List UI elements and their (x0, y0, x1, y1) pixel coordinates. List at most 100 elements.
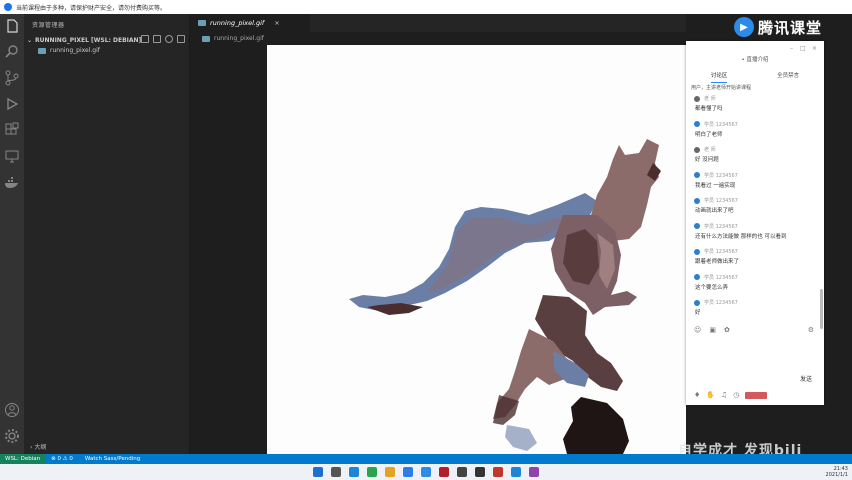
search-icon[interactable] (4, 44, 20, 60)
close-icon[interactable]: × (812, 45, 817, 52)
docker-icon[interactable] (4, 174, 20, 190)
interaction-bar: ♦ ✋ ♫ ◷ (694, 391, 768, 399)
chat-username: 学员 1234567 (704, 300, 738, 306)
tencent-icon[interactable] (349, 467, 359, 477)
chat-username: 学员 1234567 (704, 274, 738, 281)
chat-message: 学员 1234567 还有什么方法能做 那样的也 可以看到 (686, 221, 818, 247)
chat-message-header: 学员 1234567 (694, 195, 818, 206)
chat-message: 学员 1234567 我看过 一遍实现 (686, 170, 818, 196)
search-icon[interactable] (331, 467, 341, 477)
gift-button[interactable] (745, 391, 768, 399)
image-preview (267, 45, 686, 454)
image-icon[interactable]: ▣ (709, 326, 716, 334)
edge-icon[interactable] (403, 467, 413, 477)
mic-icon[interactable]: ♦ (694, 391, 700, 399)
status-bar: WSL: Debian ⊗ 0 ⚠ 0 Watch Sass/Pending (0, 454, 852, 464)
tab-label: running_pixel.gif (210, 19, 265, 27)
chat-message: 学员 1234567 好 (686, 297, 818, 323)
avatar[interactable] (694, 172, 700, 178)
chat-message-header: 老 师 (694, 144, 818, 155)
extensions-icon[interactable] (4, 122, 20, 138)
tab-other[interactable]: 全员禁言 (777, 71, 799, 83)
chat-message-header: 学员 1234567 (694, 272, 818, 283)
chat-message-header: 学员 1234567 (694, 221, 818, 232)
maximize-icon[interactable]: □ (800, 45, 806, 52)
source-control-icon[interactable] (4, 70, 20, 86)
tab-discussion[interactable]: 讨论区 (710, 71, 728, 83)
chat-panel: – □ × • 直播介绍 讨论区 全员禁言 用户，主讲老师开始讲课程 老 师都看… (686, 41, 824, 405)
avatar[interactable] (694, 121, 700, 127)
breadcrumb-label: running_pixel.gif (214, 35, 264, 42)
media-icon[interactable] (529, 467, 539, 477)
account-icon[interactable] (4, 402, 20, 418)
chat-message-header: 老 师 (694, 93, 818, 104)
chat-message-text: 我看过 一遍实现 (695, 182, 736, 189)
message-list: 老 师都看懂了吗 学员 1234567 明白了老师老 师好 没问题 学员 123456… (686, 93, 818, 323)
chat-username: 学员 1234567 (704, 172, 738, 179)
explorer-icon[interactable] (4, 18, 20, 34)
chat-message-text: 明白了老师 (695, 131, 723, 138)
minimize-icon[interactable]: – (790, 45, 793, 52)
chat-message-text: 都看懂了吗 (695, 106, 723, 112)
new-folder-icon[interactable] (153, 35, 161, 43)
image-file-icon (202, 35, 210, 42)
chat-message-header: 学员 1234567 (694, 119, 818, 130)
app-icon[interactable] (439, 467, 449, 477)
chat-message: 学员 1234567 这个要怎么弄 (686, 272, 818, 298)
terminal-icon[interactable] (457, 467, 467, 477)
image-file-icon (38, 47, 46, 54)
outline-label: 大纲 (34, 444, 47, 451)
run-debug-icon[interactable] (4, 96, 20, 112)
chat-message: 学员 1234567 跟着老师做出来了 (686, 246, 818, 272)
check-icon[interactable] (367, 467, 377, 477)
recorder-icon[interactable] (493, 467, 503, 477)
info-icon (4, 3, 12, 11)
remote-explorer-icon[interactable] (4, 148, 20, 164)
running-pixel-sprite (349, 139, 661, 454)
avatar[interactable] (694, 299, 700, 306)
send-button[interactable]: 发送 (800, 374, 812, 383)
close-icon[interactable]: × (274, 19, 279, 27)
avatar[interactable] (694, 248, 700, 255)
explorer-sidebar: 资源管理器 ⌄ RUNNING_PIXEL [WSL: DEBIAN] runn… (24, 14, 190, 454)
clock-icon[interactable]: ◷ (733, 391, 739, 399)
settings-icon[interactable]: ⚙ (808, 326, 814, 334)
start-icon[interactable] (313, 467, 323, 477)
outline-section[interactable]: › 大纲 (30, 442, 46, 451)
chat-message: 学员 1234567 动画就出来了吧 (686, 195, 818, 221)
settings-gear-icon[interactable] (4, 428, 20, 444)
folder-icon[interactable] (385, 467, 395, 477)
chat-message-text: 跟着老师做出来了 (695, 259, 740, 265)
vscode-icon[interactable] (421, 467, 431, 477)
chat-tabs: 讨论区 全员禁言 (686, 71, 824, 83)
avatar[interactable] (694, 146, 700, 153)
problems-indicator[interactable]: ⊗ 0 ⚠ 0 (45, 456, 79, 462)
new-file-icon[interactable] (141, 35, 149, 43)
breadcrumb[interactable]: running_pixel.gif (190, 32, 686, 45)
remote-indicator[interactable]: WSL: Debian (0, 454, 46, 464)
avatar[interactable] (694, 223, 700, 229)
workspace-folder-label: RUNNING_PIXEL [WSL: DEBIAN] (35, 36, 142, 44)
clock-date: 2021/1/1 (825, 472, 848, 478)
emoji-icon[interactable]: ☺ (694, 326, 701, 334)
chevron-down-icon: ⌄ (27, 36, 33, 44)
editor-background (190, 45, 267, 454)
classroom-icon[interactable] (511, 467, 521, 477)
avatar[interactable] (694, 95, 700, 102)
tab-bar: running_pixel.gif × (190, 14, 686, 32)
watch-sass-indicator[interactable]: Watch Sass/Pending (79, 456, 146, 462)
notice-text: 当前课程由于多种，请保护财产安全，请勿付费购买等。 (16, 4, 167, 12)
headset-icon[interactable]: ♫ (721, 391, 727, 399)
tab-running-pixel[interactable]: running_pixel.gif × (190, 14, 310, 32)
chat-message-text: 好 (695, 310, 701, 316)
file-item[interactable]: running_pixel.gif (38, 47, 100, 54)
hand-raise-icon[interactable]: ✋ (706, 391, 715, 399)
flower-icon[interactable]: ✿ (724, 326, 730, 334)
avatar[interactable] (694, 274, 700, 280)
brand-logo: ▶ 腾讯课堂 (734, 14, 852, 40)
refresh-icon[interactable] (165, 35, 173, 43)
avatar[interactable] (694, 197, 700, 204)
chat-scrollbar[interactable] (820, 289, 823, 329)
chrome-icon[interactable] (475, 467, 485, 477)
collapse-all-icon[interactable] (177, 35, 185, 43)
